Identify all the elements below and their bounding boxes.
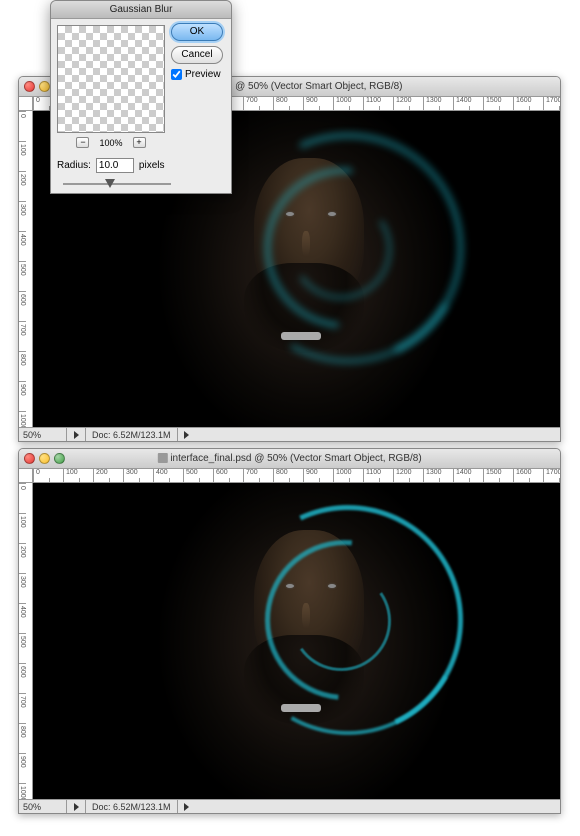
document-window-2: interface_final.psd @ 50% (Vector Smart … bbox=[18, 448, 561, 814]
doc-size-info[interactable]: Doc: 6.52M/123.1M bbox=[85, 800, 178, 813]
canvas[interactable] bbox=[33, 483, 560, 799]
status-bar: 50% Doc: 6.52M/123.1M bbox=[19, 427, 560, 441]
zoom-level[interactable]: 50% bbox=[19, 428, 67, 441]
close-icon[interactable] bbox=[24, 453, 35, 464]
vertical-ruler[interactable]: 01002003004005006007008009001000 bbox=[19, 111, 33, 427]
status-menu-icon[interactable] bbox=[181, 429, 193, 441]
titlebar[interactable]: interface_final.psd @ 50% (Vector Smart … bbox=[19, 449, 560, 469]
status-disclosure-icon[interactable] bbox=[70, 801, 82, 813]
radius-input[interactable] bbox=[96, 158, 134, 173]
doc-size-info[interactable]: Doc: 6.52M/123.1M bbox=[85, 428, 178, 441]
gaussian-blur-dialog: Gaussian Blur − 100% + Radius: pixels OK… bbox=[50, 0, 232, 194]
minimize-icon[interactable] bbox=[39, 453, 50, 464]
preview-checkbox[interactable] bbox=[171, 69, 182, 80]
zoom-level[interactable]: 50% bbox=[19, 800, 67, 813]
radius-label: Radius: bbox=[57, 160, 91, 171]
close-icon[interactable] bbox=[24, 81, 35, 92]
status-bar: 50% Doc: 6.52M/123.1M bbox=[19, 799, 560, 813]
cancel-button[interactable]: Cancel bbox=[171, 46, 223, 64]
slider-thumb-icon[interactable] bbox=[105, 179, 115, 188]
status-menu-icon[interactable] bbox=[181, 801, 193, 813]
ruler-origin[interactable] bbox=[19, 97, 33, 111]
status-disclosure-icon[interactable] bbox=[70, 429, 82, 441]
zoom-in-button[interactable]: + bbox=[133, 137, 146, 148]
dialog-title[interactable]: Gaussian Blur bbox=[51, 1, 231, 19]
radius-unit-label: pixels bbox=[139, 160, 165, 171]
ruler-origin[interactable] bbox=[19, 469, 33, 483]
radius-slider[interactable] bbox=[63, 179, 171, 189]
vertical-ruler[interactable]: 01002003004005006007008009001000 bbox=[19, 483, 33, 799]
horizontal-ruler[interactable]: 0100200300400500600700800900100011001200… bbox=[33, 469, 560, 483]
zoom-icon[interactable] bbox=[54, 453, 65, 464]
window-title: interface_final.psd @ 50% (Vector Smart … bbox=[157, 453, 421, 464]
zoom-out-button[interactable]: − bbox=[76, 137, 89, 148]
minimize-icon[interactable] bbox=[39, 81, 50, 92]
filter-preview[interactable] bbox=[57, 25, 165, 133]
document-proxy-icon bbox=[157, 453, 167, 463]
preview-checkbox-label: Preview bbox=[185, 69, 221, 80]
preview-checkbox-row[interactable]: Preview bbox=[171, 69, 225, 80]
preview-zoom-label: 100% bbox=[99, 138, 122, 148]
ok-button[interactable]: OK bbox=[171, 23, 223, 41]
